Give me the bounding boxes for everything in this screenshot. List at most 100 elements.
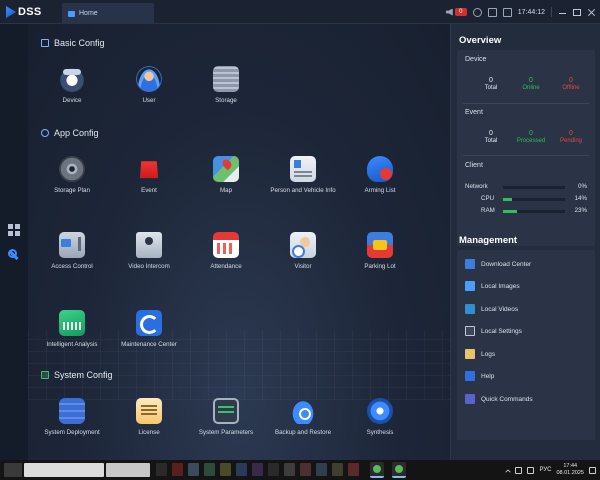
alarm-button[interactable]: 0 bbox=[445, 8, 467, 16]
tile-user[interactable]: User bbox=[110, 66, 188, 114]
taskbar-blurred-item bbox=[332, 463, 343, 476]
video-icon bbox=[465, 304, 475, 314]
tile-license[interactable]: License bbox=[110, 398, 188, 446]
logs-icon bbox=[465, 349, 475, 359]
network-icon[interactable] bbox=[487, 7, 497, 17]
visitor-icon bbox=[290, 232, 316, 258]
logo-text: DSS bbox=[18, 6, 42, 18]
system-config-icon bbox=[41, 371, 49, 379]
tile-label: Backup and Restore bbox=[274, 429, 332, 436]
network-icon[interactable] bbox=[527, 466, 535, 474]
taskbar-blurred-item bbox=[236, 463, 247, 476]
taskbar-blurred-item bbox=[300, 463, 311, 476]
tile-map[interactable]: Map bbox=[187, 156, 265, 204]
taskbar-blurred-item bbox=[252, 463, 263, 476]
tile-system-deployment[interactable]: System Deployment bbox=[33, 398, 111, 446]
parameters-monitor-icon bbox=[213, 398, 239, 424]
map-icon bbox=[213, 156, 239, 182]
tile-label: System Parameters bbox=[198, 429, 254, 436]
tile-maintenance-center[interactable]: Maintenance Center bbox=[110, 310, 188, 358]
tile-person-vehicle-info[interactable]: Person and Vehicle Info bbox=[264, 156, 342, 204]
mgmt-local-settings[interactable]: Local Settings bbox=[457, 320, 595, 342]
monitor-icon bbox=[41, 39, 49, 47]
device-title: Device bbox=[465, 56, 487, 63]
mgmt-quick-commands[interactable]: Quick Commands bbox=[457, 388, 595, 410]
clock: 17:44:12 bbox=[517, 8, 545, 16]
section-title: App Config bbox=[54, 128, 99, 138]
event-title: Event bbox=[465, 109, 483, 116]
title-bar: DSS Home 0 17:44:12 bbox=[0, 0, 600, 24]
mgmt-local-images[interactable]: Local Images bbox=[457, 275, 595, 297]
mgmt-download-center[interactable]: Download Center bbox=[457, 253, 595, 275]
taskbar-blurred-item bbox=[204, 463, 215, 476]
tile-storage[interactable]: Storage bbox=[187, 66, 265, 114]
lock-icon[interactable] bbox=[502, 7, 512, 17]
tile-visitor[interactable]: Visitor bbox=[264, 232, 342, 280]
taskbar-app-dss-client[interactable] bbox=[392, 462, 406, 478]
tile-system-parameters[interactable]: System Parameters bbox=[187, 398, 265, 446]
tile-label: Parking Lot bbox=[364, 263, 396, 270]
tile-device[interactable]: Device bbox=[33, 66, 111, 114]
tile-backup-restore[interactable]: Backup and Restore bbox=[264, 398, 342, 446]
storage-icon bbox=[213, 66, 239, 92]
tile-parking-lot[interactable]: Parking Lot bbox=[341, 232, 419, 280]
intercom-icon bbox=[136, 232, 162, 258]
chevron-up-icon[interactable] bbox=[505, 468, 512, 475]
license-certificate-icon bbox=[136, 398, 162, 424]
calendar-icon bbox=[213, 232, 239, 258]
volume-icon[interactable] bbox=[515, 466, 523, 474]
door-icon bbox=[59, 232, 85, 258]
maintenance-gauge-icon bbox=[136, 310, 162, 336]
tile-video-intercom[interactable]: Video Intercom bbox=[110, 232, 188, 280]
tab-home[interactable]: Home bbox=[62, 3, 154, 24]
notification-icon[interactable] bbox=[589, 466, 596, 474]
wrench-icon[interactable] bbox=[8, 249, 20, 261]
restore-icon[interactable] bbox=[573, 8, 581, 16]
apps-grid-icon[interactable] bbox=[8, 224, 20, 236]
mgmt-local-videos[interactable]: Local Videos bbox=[457, 298, 595, 320]
tile-arming-list[interactable]: Arming List bbox=[341, 156, 419, 204]
taskbar-clock[interactable]: 17:44 08.01.2025 bbox=[556, 463, 584, 477]
taskbar-app-dss[interactable] bbox=[370, 462, 384, 478]
alarm-light-icon bbox=[139, 161, 159, 179]
divider bbox=[463, 155, 589, 156]
mgmt-help[interactable]: Help bbox=[457, 365, 595, 387]
user-icon[interactable] bbox=[472, 7, 482, 17]
tile-label: Video Intercom bbox=[128, 263, 170, 270]
section-app-config: App Config bbox=[41, 128, 99, 138]
tile-storage-plan[interactable]: Storage Plan bbox=[33, 156, 111, 204]
tile-label: Visitor bbox=[294, 263, 312, 270]
language-indicator[interactable]: РУС bbox=[539, 467, 551, 473]
taskbar-blurred-item bbox=[172, 463, 183, 476]
id-card-icon bbox=[290, 156, 316, 182]
tile-synthesis[interactable]: Synthesis bbox=[341, 398, 419, 446]
network-usage-bar bbox=[503, 186, 565, 189]
divider bbox=[551, 7, 552, 17]
tile-attendance[interactable]: Attendance bbox=[187, 232, 265, 280]
left-nav bbox=[0, 24, 28, 460]
tile-label: Arming List bbox=[364, 187, 396, 194]
tile-intelligent-analysis[interactable]: Intelligent Analysis bbox=[33, 310, 111, 358]
overview-card: Device 0 Total 0 Online 0 Offline Event 0 To… bbox=[457, 50, 595, 246]
mgmt-logs[interactable]: Logs bbox=[457, 343, 595, 365]
config-area: Basic Config Device User Storage App Con… bbox=[28, 24, 450, 460]
tile-label: Access Control bbox=[51, 263, 93, 270]
device-offline: 0 Offline bbox=[562, 77, 580, 91]
tab-home-label: Home bbox=[79, 10, 98, 17]
cloud-backup-icon bbox=[290, 398, 316, 424]
help-icon bbox=[465, 371, 475, 381]
tile-label: Device bbox=[62, 97, 82, 104]
cpu-usage-bar bbox=[503, 198, 565, 201]
taskbar-blurred-item bbox=[4, 463, 22, 477]
tile-event[interactable]: Event bbox=[110, 156, 188, 204]
tile-label: User bbox=[142, 97, 156, 104]
client-row-cpu: CPU 14% bbox=[481, 195, 587, 202]
top-right-controls: 0 17:44:12 bbox=[445, 5, 596, 19]
device-total: 0 Total bbox=[484, 77, 498, 91]
os-taskbar: РУС 17:44 08.01.2025 bbox=[0, 460, 600, 480]
divider bbox=[463, 103, 589, 104]
taskbar-blurred-item bbox=[316, 463, 327, 476]
close-icon[interactable] bbox=[587, 8, 596, 17]
tile-access-control[interactable]: Access Control bbox=[33, 232, 111, 280]
minimize-icon[interactable] bbox=[558, 8, 567, 17]
